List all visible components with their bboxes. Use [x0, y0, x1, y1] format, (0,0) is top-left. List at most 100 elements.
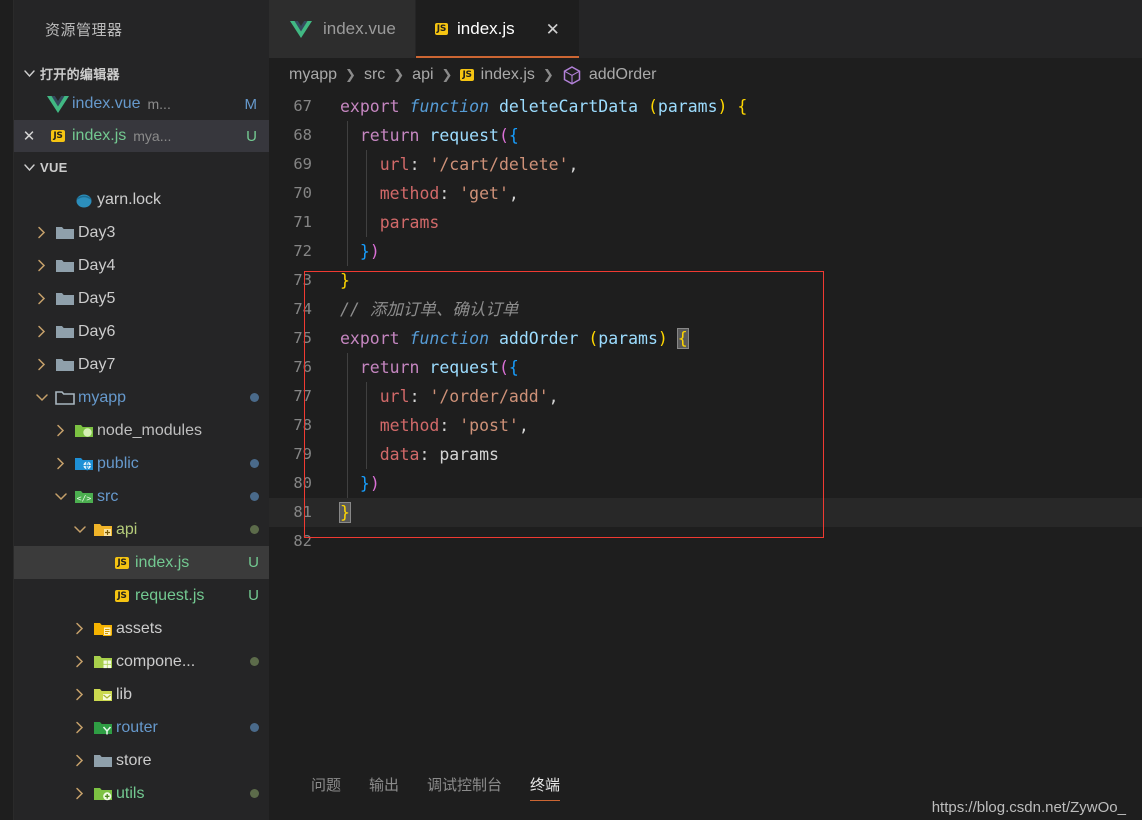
tree-folder-node_modules[interactable]: node_modules — [14, 414, 269, 447]
code-token: method — [379, 416, 440, 435]
tree-folder-router[interactable]: router — [14, 711, 269, 744]
panel-tab-问题[interactable]: 问题 — [297, 760, 355, 801]
tree-item-label: router — [116, 718, 158, 736]
code-line-68[interactable]: 68 return request({ — [269, 121, 1142, 150]
code-token: ( — [647, 97, 658, 116]
tab-bar-filler — [579, 0, 1142, 58]
tree-folder-day5[interactable]: Day5 — [14, 282, 269, 315]
chevron-right-icon[interactable] — [70, 688, 90, 701]
indent-guide — [366, 179, 367, 208]
chevron-right-icon[interactable] — [70, 754, 90, 767]
chevron-down-icon[interactable] — [32, 392, 52, 403]
chevron-right-icon[interactable] — [70, 622, 90, 635]
panel-tab-list: 问题 输出 调试控制台 终端 — [269, 760, 574, 820]
tree-item-label: index.js — [135, 553, 190, 571]
tree-folder-day4[interactable]: Day4 — [14, 249, 269, 282]
chevron-right-icon[interactable] — [70, 787, 90, 800]
breadcrumb-separator-icon: ❯ — [345, 67, 356, 82]
editor-tab-index-js[interactable]: JS index.js ✕ — [415, 0, 580, 58]
tree-folder-compone[interactable]: compone... — [14, 645, 269, 678]
panel-tab-终端[interactable]: 终端 — [516, 760, 574, 801]
breadcrumb-item-addOrder[interactable]: addOrder — [562, 65, 656, 86]
code-line-74[interactable]: 74 // 添加订单、确认订单 — [269, 295, 1142, 324]
code-line-78[interactable]: 78 method: 'post', — [269, 411, 1142, 440]
code-token: function — [409, 329, 499, 348]
chevron-right-icon[interactable] — [70, 721, 90, 734]
chevron-right-icon[interactable] — [32, 259, 52, 272]
tree-folder-assets[interactable]: assets — [14, 612, 269, 645]
code-token: ( — [498, 126, 509, 145]
line-number: 69 — [293, 155, 312, 173]
code-text: } — [327, 266, 1142, 295]
folder-open-icon — [52, 388, 78, 408]
editor-tab-index-vue[interactable]: index.vue — [269, 0, 416, 58]
line-number: 82 — [293, 532, 312, 550]
chevron-right-icon[interactable] — [32, 358, 52, 371]
folder-plain-icon — [52, 223, 78, 243]
panel-tab-调试控制台[interactable]: 调试控制台 — [413, 760, 516, 801]
open-editor-item-index-js[interactable]: ✕ JS index.js mya... U — [14, 120, 269, 152]
tree-folder-api[interactable]: api — [14, 513, 269, 546]
open-editor-item-index-vue[interactable]: index.vue m... M — [14, 88, 269, 120]
code-line-79[interactable]: 79 data: params — [269, 440, 1142, 469]
tree-folder-myapp[interactable]: myapp — [14, 381, 269, 414]
tree-folder-day6[interactable]: Day6 — [14, 315, 269, 348]
tree-folder-utils[interactable]: utils — [14, 777, 269, 810]
breadcrumb-label: api — [412, 66, 434, 83]
breadcrumb-item-index-js[interactable]: JS index.js — [460, 66, 535, 84]
code-token: , — [518, 416, 529, 435]
tree-file-requestjs[interactable]: JS request.js U — [14, 579, 269, 612]
open-editors-section-header[interactable]: 打开的编辑器 — [14, 58, 269, 88]
panel-tab-输出[interactable]: 输出 — [355, 760, 413, 801]
explorer-sidebar: 资源管理器 打开的编辑器 index.vue m... M ✕ JS index.js my… — [14, 0, 269, 820]
code-line-81[interactable]: 81} — [269, 498, 1142, 527]
chevron-right-icon[interactable] — [51, 424, 71, 437]
code-line-73[interactable]: 73} — [269, 266, 1142, 295]
chevron-down-icon — [18, 164, 40, 171]
breadcrumb-item-myapp[interactable]: myapp — [289, 66, 337, 84]
code-token: : — [439, 416, 460, 435]
tree-file-yarnlock[interactable]: yarn.lock — [14, 183, 269, 216]
chevron-right-icon[interactable] — [70, 655, 90, 668]
code-editor[interactable]: 67 export function deleteCartData (params… — [269, 92, 1142, 760]
tree-folder-public[interactable]: public — [14, 447, 269, 480]
code-line-67[interactable]: 67 export function deleteCartData (params… — [269, 92, 1142, 121]
tree-folder-lib[interactable]: lib — [14, 678, 269, 711]
breadcrumb-item-api[interactable]: api — [412, 66, 433, 84]
chevron-right-icon[interactable] — [32, 325, 52, 338]
code-line-82[interactable]: 82 — [269, 527, 1142, 556]
code-line-72[interactable]: 72 }) — [269, 237, 1142, 266]
chevron-right-icon[interactable] — [51, 457, 71, 470]
open-editor-name: index.vue — [72, 95, 141, 112]
tree-folder-day7[interactable]: Day7 — [14, 348, 269, 381]
chevron-down-icon[interactable] — [70, 524, 90, 535]
tab-bar: index.vue JS index.js ✕ — [269, 0, 1142, 58]
code-line-70[interactable]: 70 method: 'get', — [269, 179, 1142, 208]
editor-tab-label: index.js — [457, 19, 515, 38]
chevron-down-icon[interactable] — [51, 491, 71, 502]
close-icon[interactable]: ✕ — [14, 127, 44, 145]
code-line-77[interactable]: 77 url: '/order/add', — [269, 382, 1142, 411]
chevron-right-icon[interactable] — [32, 226, 52, 239]
chevron-right-icon[interactable] — [32, 292, 52, 305]
code-line-76[interactable]: 76 return request({ — [269, 353, 1142, 382]
tree-file-indexjs[interactable]: JS index.js U — [14, 546, 269, 579]
code-content[interactable]: 67 export function deleteCartData (params… — [269, 92, 1142, 556]
workspace-section-header[interactable]: VUE — [14, 152, 269, 183]
close-icon[interactable]: ✕ — [546, 21, 560, 38]
tree-item-label: assets — [116, 619, 163, 637]
code-line-69[interactable]: 69 url: '/cart/delete', — [269, 150, 1142, 179]
code-text: return request({ — [327, 353, 1142, 382]
code-line-75[interactable]: 75 export function addOrder (params) { — [269, 324, 1142, 353]
tree-folder-src[interactable]: </> src — [14, 480, 269, 513]
code-line-71[interactable]: 71 params — [269, 208, 1142, 237]
tree-item-label: Day7 — [78, 355, 116, 373]
breadcrumb-item-src[interactable]: src — [364, 66, 385, 84]
bottom-panel: 问题 输出 调试控制台 终端 https://blog.csdn.net/ZywOo_ — [269, 760, 1142, 820]
code-line-80[interactable]: 80 }) — [269, 469, 1142, 498]
indent-guide — [346, 208, 348, 237]
tree-item-label: Day6 — [78, 322, 116, 340]
tree-folder-day3[interactable]: Day3 — [14, 216, 269, 249]
tree-folder-store[interactable]: store — [14, 744, 269, 777]
